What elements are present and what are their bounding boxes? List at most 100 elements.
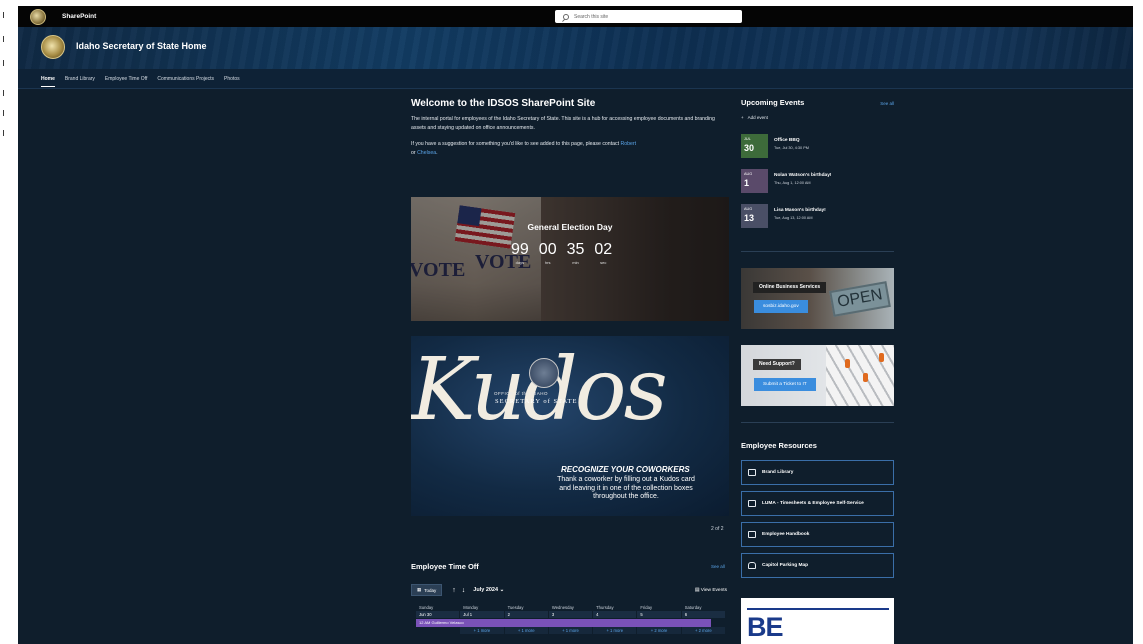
banner-text: BE HELPFUL xyxy=(747,612,866,644)
event-name: Lisa Mason's birthday! xyxy=(774,208,826,213)
event-day: 1 xyxy=(744,178,750,188)
resource-capitol-parking-map[interactable]: Capitol Parking Map xyxy=(741,553,894,578)
event-day: 13 xyxy=(744,213,755,223)
days-value: 99 xyxy=(511,241,529,258)
time-off-see-all-link[interactable]: See all xyxy=(711,564,725,569)
events-see-all-link[interactable]: See all xyxy=(880,101,894,106)
app-name[interactable]: SharePoint xyxy=(62,13,96,20)
nav-brand-library[interactable]: Brand Library xyxy=(65,76,95,82)
date-cell[interactable]: 2 xyxy=(504,611,549,618)
more-link xyxy=(416,627,461,634)
book-icon xyxy=(748,531,756,538)
event-day: 30 xyxy=(744,143,755,153)
top-navigation: Home Brand Library Employee Time Off Com… xyxy=(18,69,1133,89)
upcoming-events-title: Upcoming Events xyxy=(741,98,805,107)
add-event-label: Add event xyxy=(747,115,768,120)
more-link[interactable]: + 2 more xyxy=(681,627,726,634)
kudos-carousel-slide[interactable]: Kudos OFFICE of the IDAHO SECRETARY of S… xyxy=(411,336,729,516)
date-row: Jun 30 Jul 1 2 3 4 5 6 xyxy=(416,611,726,618)
welcome-contact: If you have a suggestion for something y… xyxy=(411,140,727,157)
nav-employee-time-off[interactable]: Employee Time Off xyxy=(105,76,147,82)
date-cell[interactable]: Jul 1 xyxy=(460,611,505,618)
minutes-value: 35 xyxy=(566,241,585,258)
office-line: OFFICE of the IDAHO xyxy=(494,391,549,396)
worker-figure xyxy=(863,373,868,382)
minutes-label: min xyxy=(572,260,579,265)
view-events-button[interactable]: ▤ View Events xyxy=(695,588,727,593)
today-button[interactable]: ▦ Today xyxy=(411,584,443,596)
countdown-days: 99 days xyxy=(511,241,529,265)
main-column: Welcome to the IDSOS SharePoint Site The… xyxy=(411,96,729,634)
resource-employee-handbook[interactable]: Employee Handbook xyxy=(741,522,894,547)
more-link[interactable]: + 1 more xyxy=(460,627,505,634)
employee-resources-title: Employee Resources xyxy=(741,441,817,450)
nav-home[interactable]: Home xyxy=(41,76,55,87)
days-label: days xyxy=(515,260,525,265)
car-icon xyxy=(748,562,756,569)
event-item[interactable]: AUG 1 Nolan Watson's birthday! Thu, Aug … xyxy=(741,169,894,195)
more-link[interactable]: + 1 more xyxy=(593,627,638,634)
org-logo-icon[interactable] xyxy=(30,8,46,25)
hours-value: 00 xyxy=(538,241,557,258)
search-input[interactable]: Search this site xyxy=(555,10,742,23)
site-header: Idaho Secretary of State Home xyxy=(18,27,1133,69)
event-item[interactable]: AUG 13 Lisa Mason's birthday! Tue, Aug 1… xyxy=(741,204,894,230)
carousel-pager: 2 of 2 xyxy=(711,526,724,532)
calendar-event[interactable]: 12 AM Guillermo Velasco xyxy=(416,619,711,627)
countdown-minutes: 35 min xyxy=(567,241,585,265)
submit-ticket-button[interactable]: Submit a Ticket to IT xyxy=(754,378,816,391)
previous-arrow-icon[interactable]: ↑ xyxy=(452,587,456,594)
calendar-toolbar: ▦ Today ↑ ↓ July 2024 ⌄ ▤ View Events xyxy=(411,584,729,596)
kudos-headline: RECOGNIZE YOUR COWORKERS xyxy=(561,465,690,474)
it-support-promo[interactable]: Need Support? Submit a Ticket to IT xyxy=(741,345,894,406)
resource-label: Brand Library xyxy=(762,470,794,475)
support-title: Need Support? xyxy=(753,359,801,370)
add-event-button[interactable]: + Add event xyxy=(741,115,894,120)
date-cell[interactable]: 4 xyxy=(593,611,638,618)
kudos-body: Thank a coworker by filling out a Kudos … xyxy=(557,476,695,500)
next-arrow-icon[interactable]: ↓ xyxy=(462,587,466,594)
be-helpful-banner: BE HELPFUL xyxy=(741,598,894,644)
worker-figure xyxy=(879,353,884,362)
sharepoint-window: SharePoint Search this site Idaho Secret… xyxy=(18,6,1133,644)
election-countdown: VOTE VOTE General Election Day 99 days 00… xyxy=(411,197,729,321)
date-cell[interactable]: 6 xyxy=(681,611,726,618)
event-time: Tue, Aug 13, 12:00 AM xyxy=(774,216,813,220)
event-thumbnail: AUG 13 xyxy=(741,204,768,228)
nav-photos[interactable]: Photos xyxy=(224,76,240,82)
contact-link-robert[interactable]: Robert xyxy=(621,141,637,147)
nav-communications-projects[interactable]: Communications Projects xyxy=(157,76,214,82)
date-cell[interactable]: 3 xyxy=(548,611,594,618)
open-sign-image: OPEN xyxy=(829,281,891,317)
sos-line: SECRETARY of STATE xyxy=(495,398,578,405)
online-business-services-promo[interactable]: OPEN Online Business Services sosbiz.ida… xyxy=(741,268,894,329)
contact-period: . xyxy=(436,149,438,156)
event-thumbnail: AUG 1 xyxy=(741,169,768,193)
more-link[interactable]: + 2 more xyxy=(637,627,682,634)
event-item[interactable]: JUL 30 Office BBQ Tue, Jul 30, 4:30 PM xyxy=(741,134,894,160)
month-selector[interactable]: July 2024 ⌄ xyxy=(473,587,504,593)
resource-brand-library[interactable]: Brand Library xyxy=(741,460,894,485)
date-cell[interactable]: Jun 30 xyxy=(416,611,461,618)
right-column: Upcoming Events See all + Add event JUL 3… xyxy=(741,96,894,644)
site-title[interactable]: Idaho Secretary of State Home xyxy=(76,41,207,51)
weekday: Tuesday xyxy=(507,605,524,610)
calendar-icon: ▦ xyxy=(417,587,422,592)
calendar-icon xyxy=(748,500,756,507)
event-time: Tue, Jul 30, 4:30 PM xyxy=(774,146,809,150)
weekday: Wednesday xyxy=(551,605,574,610)
site-seal-icon[interactable] xyxy=(41,35,65,59)
today-label: Today xyxy=(424,587,437,593)
obs-link-button[interactable]: sosbiz.idaho.gov xyxy=(754,300,808,313)
section-divider xyxy=(741,251,894,252)
more-link[interactable]: + 1 more xyxy=(504,627,549,634)
month-calendar: Sunday Monday Tuesday Wednesday Thursday… xyxy=(416,604,726,634)
countdown-title: General Election Day xyxy=(527,222,613,232)
contact-link-chelsea[interactable]: Chelsea xyxy=(417,150,436,156)
more-link[interactable]: + 1 more xyxy=(548,627,594,634)
resource-luma[interactable]: LUMA - Timesheets & Employee Self-Servic… xyxy=(741,491,894,516)
more-row: + 1 more + 1 more + 1 more + 1 more + 2 … xyxy=(416,627,726,634)
weekday: Monday xyxy=(463,605,479,610)
folder-icon xyxy=(748,469,756,476)
date-cell[interactable]: 5 xyxy=(637,611,682,618)
